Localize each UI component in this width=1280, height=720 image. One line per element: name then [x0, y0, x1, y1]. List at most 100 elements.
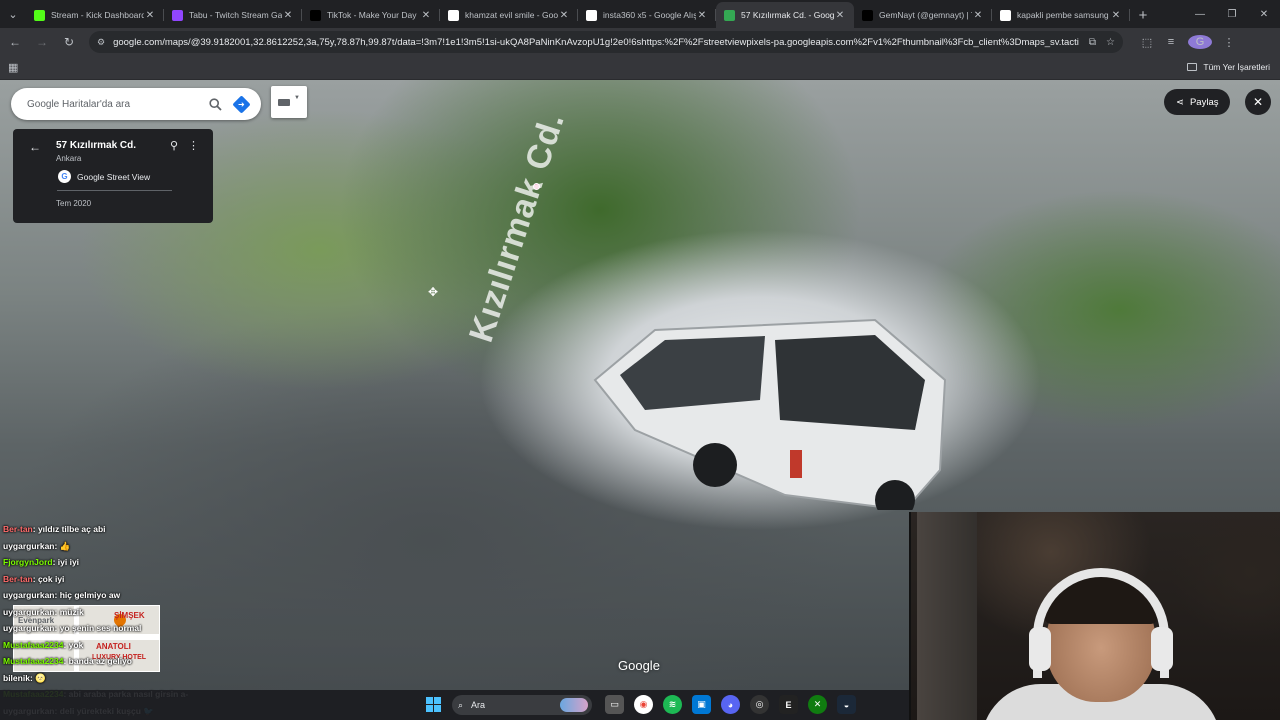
install-app-icon[interactable]: ⧉ — [1089, 37, 1096, 48]
chat-message: Ber-tan: yıldız tilbe aç abi — [3, 524, 243, 541]
chat-text: : yıldız tilbe aç abi — [32, 524, 106, 534]
reload-icon: ↻ — [63, 35, 75, 49]
chat-text: : iyi iyi — [52, 557, 80, 567]
tab-close-button[interactable]: ✕ — [282, 10, 294, 21]
directions-button[interactable]: ➜ — [231, 94, 251, 114]
close-street-view-button[interactable]: ✕ — [1245, 89, 1271, 115]
bookmark-star-icon[interactable]: ☆ — [1106, 37, 1115, 48]
background-door — [917, 512, 977, 720]
search-icon — [208, 97, 222, 111]
store-icon[interactable]: ▣ — [692, 695, 711, 714]
tab-close-button[interactable]: ✕ — [144, 10, 156, 21]
browser-tab[interactable]: Stream - Kick Dashboard ✕ — [26, 2, 164, 28]
chat-message: bilenik: 🌝 — [3, 673, 243, 690]
restore-button[interactable]: ❐ — [1216, 0, 1248, 28]
new-tab-button[interactable]: + — [1130, 2, 1156, 28]
chrome-icon[interactable]: ◉ — [634, 695, 653, 714]
chevron-down-icon: ⌄ — [8, 8, 18, 21]
chat-username: Mustafaaa2234 — [3, 639, 64, 650]
browser-tab[interactable]: insta360 x5 - Google Alışv ✕ — [578, 2, 716, 28]
menu-kebab-icon[interactable]: ⋮ — [1217, 36, 1241, 49]
extensions-icon[interactable]: ⬚ — [1135, 36, 1159, 49]
browser-tab[interactable]: GemNayt (@gemnayt) | Ti ✕ — [854, 2, 992, 28]
chat-username: uygargurkan — [3, 540, 55, 551]
headset-earcup — [1151, 627, 1173, 671]
kick-icon — [34, 9, 45, 21]
forward-button[interactable]: → — [30, 30, 54, 54]
tab-close-button[interactable]: ✕ — [972, 10, 984, 21]
google-logo-icon: G — [58, 170, 71, 183]
profile-avatar[interactable]: G — [1188, 35, 1212, 49]
task-view-icon[interactable]: ▭ — [605, 695, 624, 714]
steam-icon[interactable]: ◒ — [837, 695, 856, 714]
windows-start-icon[interactable] — [426, 697, 441, 712]
address-bar[interactable]: ⚙ google.com/maps/@39.9182001,32.8612252… — [89, 31, 1123, 53]
tab-search-button[interactable]: ⌄ — [0, 0, 26, 28]
browser-tab[interactable]: khamzat evil smile - Goog ✕ — [440, 2, 578, 28]
chat-message: Mustafaaa2234: yok — [3, 640, 243, 657]
chat-username: FjorgynJord — [3, 557, 53, 567]
chat-message: Mustafaaa2234: banda az geliyo — [3, 656, 243, 673]
back-button[interactable]: ← — [3, 30, 27, 54]
google-shopping-icon — [586, 9, 597, 21]
place-title: 57 Kızılırmak Cd. — [56, 140, 137, 151]
input-tools-button[interactable]: ▼ — [271, 86, 307, 118]
browser-tab[interactable]: 57 Kızılırmak Cd. - Google ✕ — [716, 2, 854, 28]
plus-icon: + — [1138, 6, 1148, 24]
obs-icon[interactable]: ◎ — [750, 695, 769, 714]
tab-close-button[interactable]: ✕ — [558, 10, 570, 21]
tab-close-button[interactable]: ✕ — [696, 10, 708, 21]
more-options-icon[interactable]: ⋮ — [188, 139, 199, 152]
tab-close-button[interactable]: ✕ — [834, 10, 846, 21]
windows-taskbar: ⌕ Ara ▭ ◉ ≋ ▣ ◕ ◎ E ✕ ◒ — [0, 690, 909, 720]
close-window-button[interactable]: ✕ — [1248, 0, 1280, 28]
tiktok-icon — [862, 9, 873, 21]
tab-close-button[interactable]: ✕ — [1110, 10, 1122, 21]
chat-text: : hiç gelmiyo aw — [54, 590, 121, 600]
discord-icon[interactable]: ◕ — [721, 695, 740, 714]
reload-button[interactable]: ↻ — [57, 30, 81, 54]
tab-close-button[interactable]: ✕ — [420, 10, 432, 21]
share-button[interactable]: ⋖ Paylaş — [1164, 89, 1231, 115]
minimize-button[interactable]: — — [1184, 0, 1216, 28]
source-label: Google Street View — [77, 171, 151, 182]
search-icon: ⌕ — [458, 699, 464, 710]
spotify-icon[interactable]: ≋ — [663, 695, 682, 714]
keyboard-icon — [278, 98, 291, 106]
all-bookmarks-button[interactable]: Tüm Yer İşaretleri — [1187, 62, 1270, 72]
street-name-label: Kızılırmak Cd. — [462, 107, 572, 347]
streamer-webcam — [909, 512, 1280, 720]
google-icon — [448, 9, 459, 21]
taskbar-search[interactable]: ⌕ Ara — [452, 695, 592, 715]
maps-search-box: ➜ — [11, 88, 261, 120]
chat-text: : 👍 — [54, 540, 71, 551]
apps-grid-icon[interactable]: ▦ — [8, 61, 18, 74]
chat-username: Ber-tan — [3, 524, 33, 534]
xbox-icon[interactable]: ✕ — [808, 695, 827, 714]
capture-date[interactable]: Tem 2020 — [56, 199, 91, 208]
browser-tab[interactable]: TikTok - Make Your Day ✕ — [302, 2, 440, 28]
arrow-left-icon: ← — [9, 35, 21, 49]
tab-title: TikTok - Make Your Day — [327, 10, 417, 20]
share-label: Paylaş — [1189, 96, 1219, 108]
site-info-icon[interactable]: ⚙ — [97, 37, 105, 48]
chat-message: uygargurkan: 👍 — [3, 541, 243, 558]
street-view-source[interactable]: G Google Street View — [58, 170, 150, 183]
tab-title: 57 Kızılırmak Cd. - Google — [741, 10, 834, 20]
media-control-icon[interactable]: ≡ — [1159, 36, 1183, 48]
directions-icon: ➜ — [231, 94, 251, 114]
back-arrow-icon[interactable]: ← — [29, 140, 41, 154]
tab-title: insta360 x5 - Google Alışv — [603, 10, 696, 20]
chat-message: FjorgynJord: iyi iyi — [3, 557, 243, 574]
map-pin-icon[interactable]: ⚲ — [170, 139, 178, 152]
maps-search-input[interactable] — [27, 98, 199, 110]
caret-down-icon: ▼ — [294, 95, 300, 101]
epic-games-icon[interactable]: E — [779, 695, 798, 714]
tiktok-icon — [310, 9, 321, 21]
chat-text: : 🌝 — [29, 672, 46, 683]
browser-tab[interactable]: kapakli pembe samsung ✕ — [992, 2, 1130, 28]
search-button[interactable] — [205, 94, 225, 114]
chat-username: uygargurkan — [3, 606, 55, 617]
place-city: Ankara — [56, 154, 82, 163]
browser-tab[interactable]: Tabu - Twitch Stream Gam ✕ — [164, 2, 302, 28]
